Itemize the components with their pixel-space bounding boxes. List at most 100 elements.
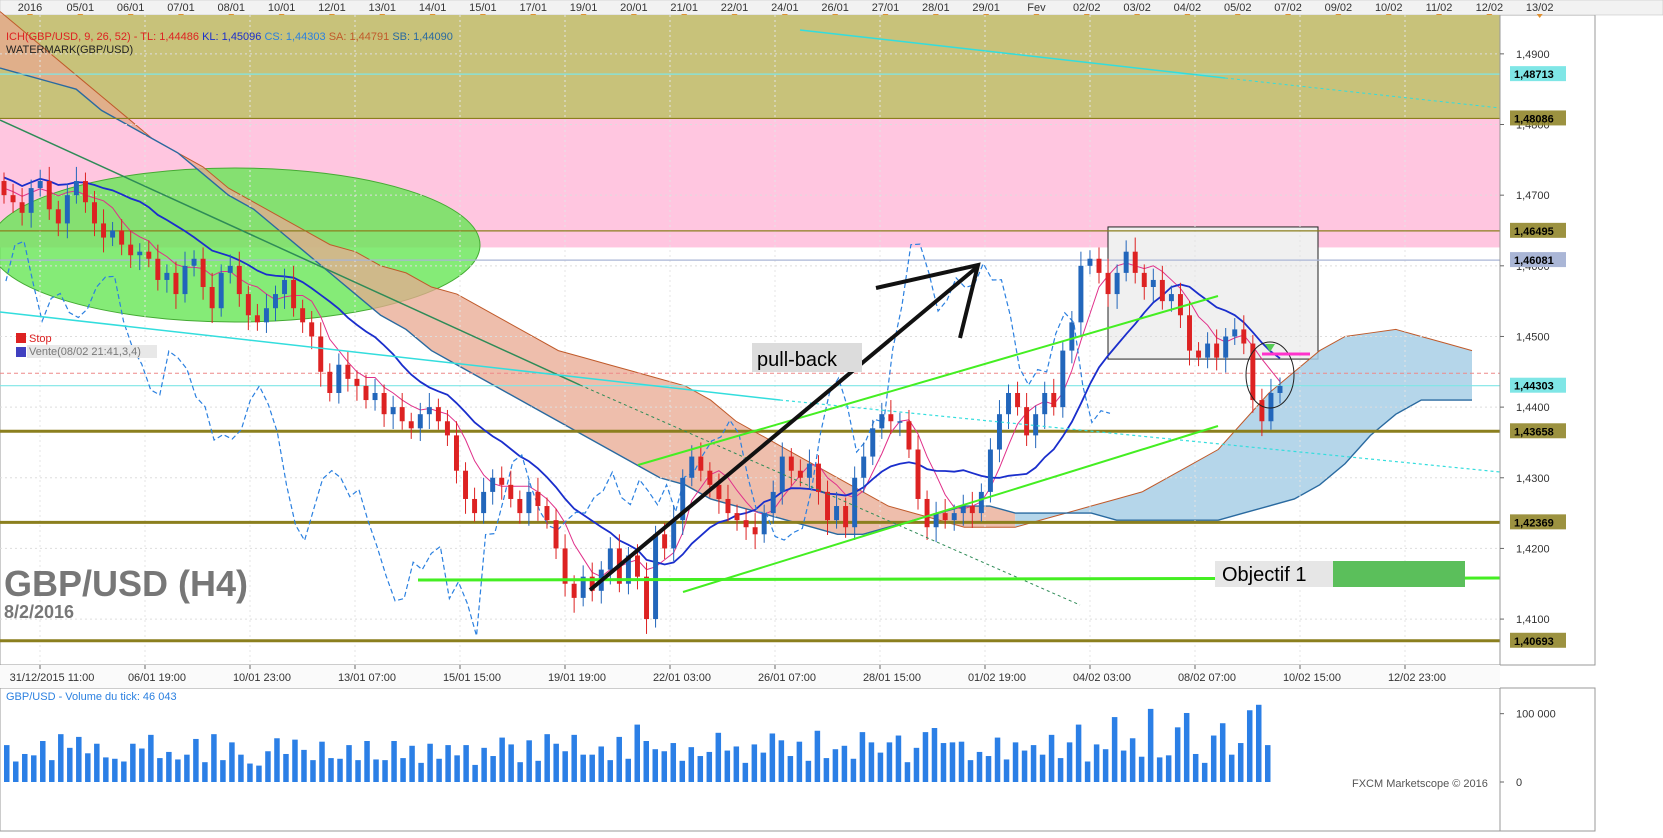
order-marker[interactable] [16, 347, 26, 357]
volume-bar [1057, 758, 1064, 782]
candle-body [951, 513, 957, 521]
top-date-label: 12/02 [1476, 2, 1504, 14]
candle-body [1141, 272, 1147, 288]
volume-bar [760, 752, 767, 782]
level-tag-label: 1,46081 [1514, 255, 1554, 267]
volume-bar [418, 762, 424, 782]
volume-bar [355, 760, 361, 782]
candle-body [363, 385, 369, 401]
candle-body [1159, 279, 1165, 302]
top-date-label: 14/01 [419, 2, 447, 14]
volume-label: GBP/USD - Volume du tick: 46 043 [6, 691, 177, 703]
volume-bar [526, 740, 532, 782]
volume-bar [778, 740, 785, 782]
top-date-label: 21/01 [670, 2, 698, 14]
volume-bar [796, 741, 803, 782]
date-axis-bg [0, 665, 1500, 688]
candle-body [417, 414, 423, 429]
volume-bar [535, 760, 541, 782]
volume-bar [157, 758, 163, 782]
volume-bar [598, 746, 604, 782]
ich-label: ICH(GBP/USD, 9, 26, 52) [6, 31, 131, 43]
candle-body [1051, 392, 1057, 408]
pullback-label: pull-back [757, 349, 838, 371]
volume-bar [859, 732, 866, 782]
date-tick-label: 31/12/2015 11:00 [10, 672, 95, 684]
candle-body [218, 272, 224, 309]
candle-body [825, 491, 830, 521]
tl-label: TL: 1,44486 [140, 31, 199, 43]
top-date-label: 07/01 [167, 2, 195, 14]
level-tag-label: 1,48713 [1514, 69, 1554, 81]
candle-body [472, 498, 478, 514]
volume-bar [1228, 754, 1235, 782]
top-date-label: 10/02 [1375, 2, 1403, 14]
cs-label: CS: 1,44303 [264, 31, 325, 43]
candle-body [1060, 350, 1066, 408]
top-date-label: 2016 [18, 2, 42, 14]
volume-bar [400, 758, 406, 782]
volume-bar [247, 763, 253, 782]
candle-body [1268, 392, 1274, 422]
candle-body [1177, 294, 1183, 316]
date-tick-label: 28/01 15:00 [863, 672, 921, 684]
candle-body [1223, 336, 1229, 358]
volume-bar [202, 762, 208, 782]
stop-marker[interactable] [16, 333, 26, 343]
top-date-label: 28/01 [922, 2, 950, 14]
date-tick-label: 12/02 23:00 [1388, 672, 1446, 684]
candle-body [1024, 407, 1030, 436]
sa-label: SA: 1,44791 [329, 31, 390, 43]
volume-bar [544, 734, 550, 782]
volume-bar [292, 739, 298, 782]
candle-body [435, 407, 441, 422]
candle-body [879, 414, 885, 429]
volume-bar [571, 734, 577, 782]
candle-body [1105, 272, 1111, 295]
candle-body [381, 392, 387, 415]
candle-body [399, 407, 405, 422]
level-tag-label: 1,42369 [1514, 517, 1554, 529]
candle-body [481, 491, 487, 514]
volume-bar [1210, 735, 1217, 782]
volume-bar [1039, 754, 1046, 782]
volume-bar [391, 741, 397, 782]
volume-bar [922, 732, 929, 782]
top-date-label: 05/02 [1224, 2, 1252, 14]
volume-bar [976, 751, 983, 782]
volume-bar [139, 748, 145, 782]
price-tick-label: 1,4400 [1516, 402, 1550, 414]
volume-bar [994, 737, 1001, 782]
order-label: Vente(08/02 21:41,3,4) [29, 346, 141, 358]
candle-body [101, 223, 107, 238]
volume-bar [508, 744, 514, 782]
volume-bar [31, 755, 37, 782]
volume-bar [1021, 750, 1028, 782]
svg-text:ICH(GBP/USD, 9, 26, 52) -: ICH(GBP/USD, 9, 26, 52) - TL: 1,44486 KL… [6, 31, 453, 43]
volume-bar [832, 749, 839, 782]
candle-body [1015, 392, 1021, 408]
date-tick-label: 10/02 15:00 [1283, 672, 1341, 684]
consolidation-box [1107, 226, 1319, 360]
price-tick-label: 1,4100 [1516, 614, 1550, 626]
candle-body [870, 428, 876, 457]
volume-bar [715, 732, 722, 782]
volume-bar [661, 751, 668, 782]
volume-bar [1264, 745, 1271, 782]
candle-body [752, 527, 758, 535]
candle-body [236, 265, 242, 295]
volume-bar [985, 756, 992, 782]
candle-body [644, 576, 650, 620]
volume-bar [193, 738, 199, 782]
volume-bar [1012, 742, 1019, 782]
volume-bar [850, 758, 857, 782]
volume-bar [1156, 757, 1163, 782]
volume-bar [886, 742, 893, 782]
date-tick-label: 13/01 07:00 [338, 672, 396, 684]
candle-body [906, 421, 912, 450]
candle-body [1205, 343, 1211, 358]
volume-bar [814, 730, 821, 782]
candle-body [273, 294, 278, 309]
candle-body [55, 209, 61, 224]
volume-bar [166, 751, 172, 782]
